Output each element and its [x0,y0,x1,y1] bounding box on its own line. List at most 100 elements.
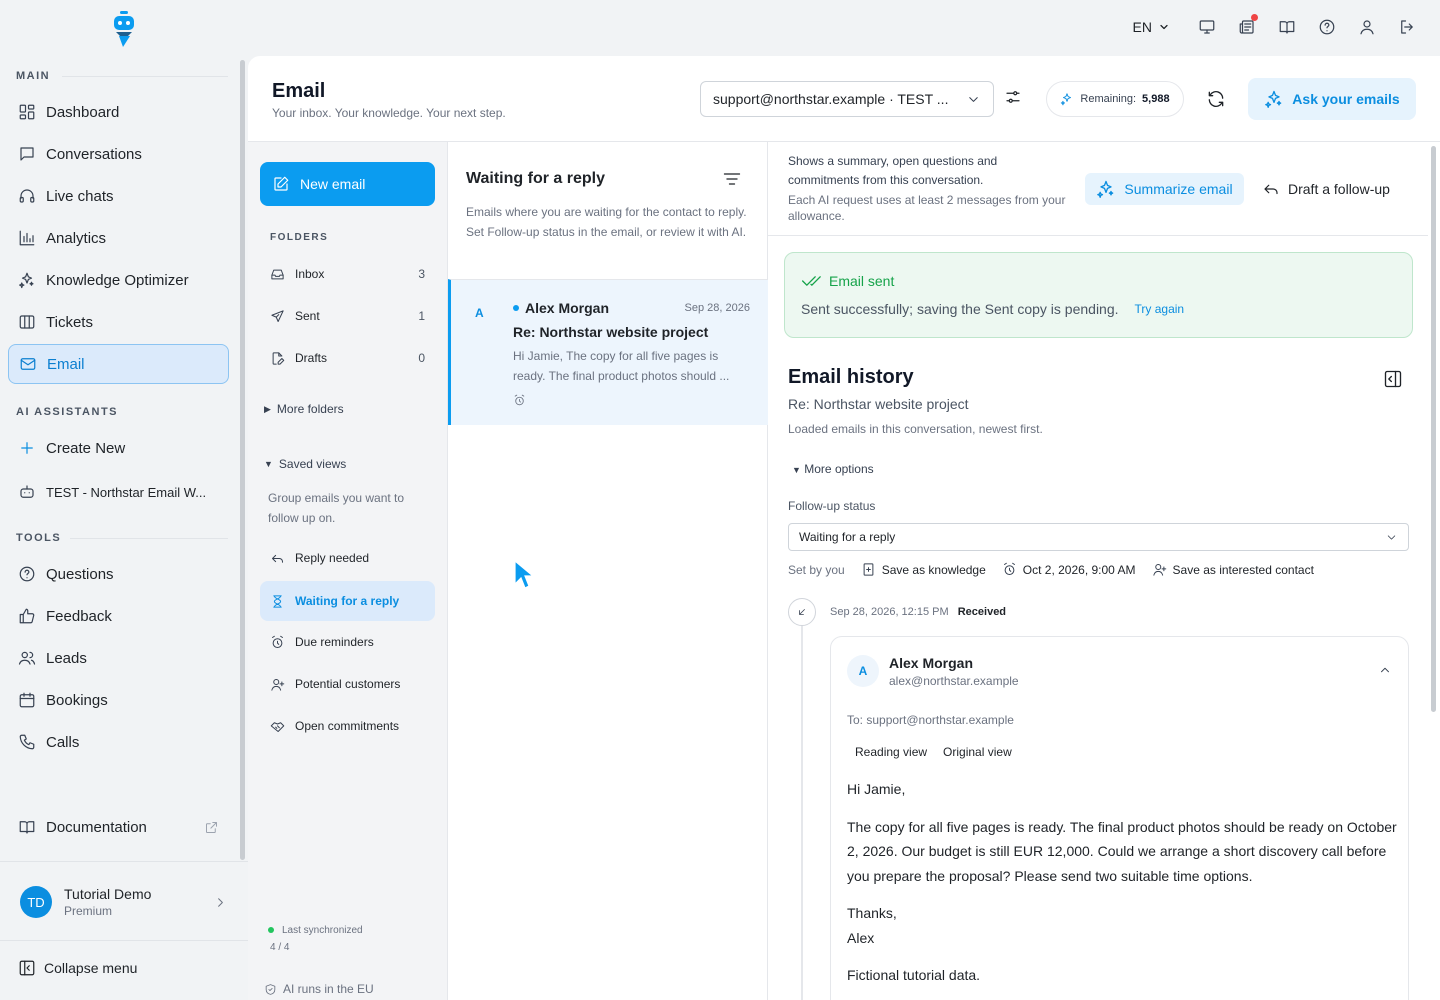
view-label: Reply needed [295,551,370,565]
reply-icon [1264,184,1278,195]
users-icon [18,651,36,665]
timeline-meta: Sep 28, 2026, 12:15 PM Received [830,606,1006,618]
sidebar-item-email[interactable]: Email [8,344,229,384]
sidebar-item-label: Tickets [46,313,93,331]
help-button[interactable] [1316,16,1338,38]
user-icon [1360,20,1374,35]
double-check-icon [802,276,821,286]
logout-button[interactable] [1396,16,1418,38]
view-label: Potential customers [295,677,401,691]
robot-logo-icon[interactable] [110,10,138,48]
logout-icon [1401,20,1413,34]
draft-follow-up-label: Draft a follow-up [1288,181,1390,197]
folder-label: Drafts [295,351,328,365]
collapse-message-button[interactable] [1378,663,1392,677]
phone-icon [19,734,35,750]
account-select[interactable]: support@northstar.example · TEST ... [700,81,994,117]
account-value: support@northstar.example · TEST ... [713,91,949,107]
view-potential-customers[interactable]: Potential customers [260,664,435,704]
language-select[interactable]: EN [1133,19,1170,35]
reminder-label: Oct 2, 2026, 9:00 AM [1022,562,1136,577]
sidebar-item-bookings[interactable]: Bookings [8,680,229,720]
folder-drafts[interactable]: Drafts 0 [260,338,435,378]
divider [62,76,228,77]
account-settings-button[interactable] [1004,88,1022,106]
ask-emails-button[interactable]: Ask your emails [1248,78,1416,120]
sync-value: 4 / 4 [270,942,290,953]
caret-down-icon: ▼ [792,465,801,475]
sender-name-row: Alex Morgan [513,300,609,316]
tab-original-view[interactable]: Original view [935,741,1020,763]
divider [0,940,248,941]
more-options-label: More options [804,462,874,476]
plus-icon [21,442,33,454]
save-contact-button[interactable]: Save as interested contact [1152,562,1314,577]
sidebar-item-leads[interactable]: Leads [8,638,229,678]
view-open-commitments[interactable]: Open commitments [260,706,435,746]
sidebar-item-documentation[interactable]: Documentation [8,807,229,847]
toggle-history-panel-button[interactable] [1383,369,1403,389]
sparkle-icon [19,272,34,289]
question-icon [19,566,35,582]
new-email-button[interactable]: New email [260,162,435,206]
sidebar-item-questions[interactable]: Questions [8,554,229,594]
list-filter-button[interactable] [722,169,742,189]
book-icon [1279,21,1295,34]
sidebar-item-knowledge-optimizer[interactable]: Knowledge Optimizer [8,260,229,300]
remaining-value: 5,988 [1142,93,1170,105]
monitor-button[interactable] [1196,16,1218,38]
sidebar-item-analytics[interactable]: Analytics [8,218,229,258]
message-greeting: Hi Jamie, [847,781,906,797]
saved-views-toggle[interactable]: ▼ Saved views [264,457,346,471]
dashboard-icon [19,104,35,120]
email-subject: Re: Northstar website project [513,324,709,340]
refresh-button[interactable] [1206,89,1226,109]
sidebar-item-live-chats[interactable]: Live chats [8,176,229,216]
external-link-icon [206,821,217,833]
folder-label: Inbox [295,267,325,281]
eu-note: AI runs in the EU [264,982,374,996]
reminder-button[interactable]: Oct 2, 2026, 9:00 AM [1002,562,1136,577]
sidebar-item-conversations[interactable]: Conversations [8,134,229,174]
collapse-menu-button[interactable]: Collapse menu [18,959,137,977]
email-list-item[interactable]: A Alex Morgan Sep 28, 2026 Re: Northstar… [448,279,768,425]
sidebar-item-label: Knowledge Optimizer [46,271,189,289]
try-again-link[interactable]: Try again [1135,302,1185,316]
detail-scrollbar[interactable] [1431,146,1436,712]
sidebar-item-assistant[interactable]: TEST - Northstar Email W... [8,472,229,512]
view-reply-needed[interactable]: Reply needed [260,538,435,578]
sidebar-item-calls[interactable]: Calls [8,722,229,762]
sidebar-item-feedback[interactable]: Feedback [8,596,229,636]
sidebar-scrollbar[interactable] [240,60,245,860]
divider [0,861,248,862]
draft-follow-up-button[interactable]: Draft a follow-up [1262,173,1390,205]
more-folders-toggle[interactable]: ▶ More folders [264,402,344,416]
sender-name: Alex Morgan [525,300,610,316]
save-contact-label: Save as interested contact [1172,562,1314,577]
save-knowledge-button[interactable]: Save as knowledge [861,562,986,577]
ask-emails-label: Ask your emails [1292,91,1400,107]
view-due-reminders[interactable]: Due reminders [260,622,435,662]
folder-inbox[interactable]: Inbox 3 [260,254,435,294]
history-note: Loaded emails in this conversation, newe… [788,422,1043,436]
sidebar-item-create-new[interactable]: Create New [8,428,229,468]
sidebar-item-tickets[interactable]: Tickets [8,302,229,342]
sliders-icon [1006,91,1020,103]
profile-button[interactable] [1356,16,1378,38]
summarize-email-button[interactable]: Summarize email [1085,173,1244,205]
news-button[interactable] [1236,14,1258,38]
follow-up-status-select[interactable]: Waiting for a reply [788,523,1409,551]
folder-count: 0 [418,351,425,365]
folder-sent[interactable]: Sent 1 [260,296,435,336]
calendar-icon [19,692,35,708]
docs-button[interactable] [1276,16,1298,38]
sidebar-item-dashboard[interactable]: Dashboard [8,92,229,132]
history-title: Email history [788,366,914,388]
history-subject: Re: Northstar website project [788,396,969,412]
user-card[interactable]: TD Tutorial Demo Premium [10,876,232,928]
save-knowledge-label: Save as knowledge [881,562,986,577]
message-thanks: Thanks, [847,905,897,921]
more-options-toggle[interactable]: ▼ More options [792,462,874,476]
view-waiting-for-reply[interactable]: Waiting for a reply [260,581,435,621]
tab-reading-view[interactable]: Reading view [847,741,935,763]
